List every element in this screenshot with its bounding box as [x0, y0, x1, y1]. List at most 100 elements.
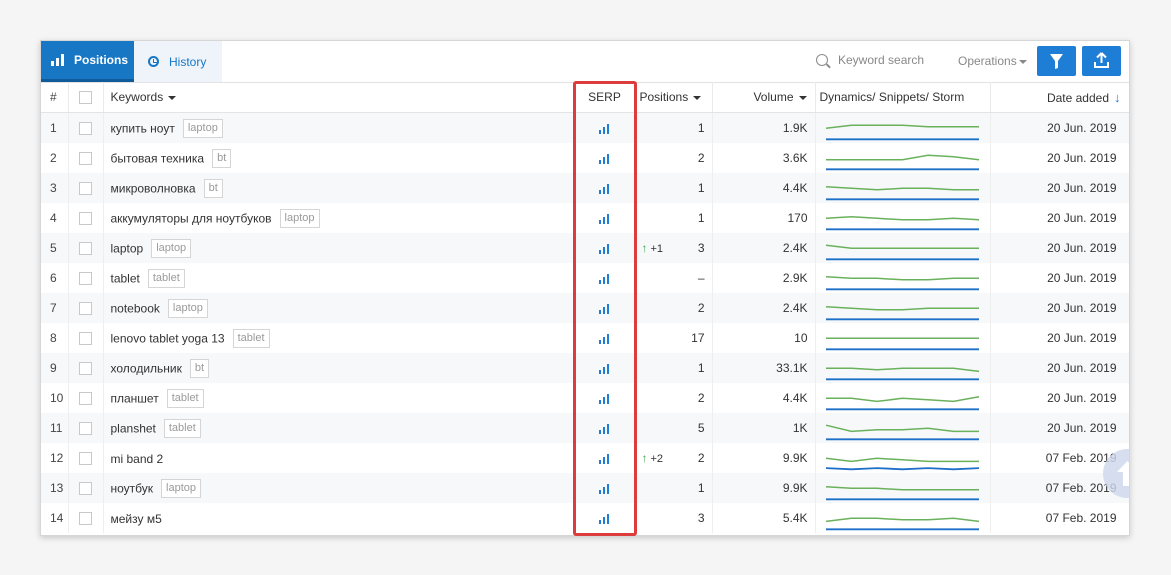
keyword-text[interactable]: lenovo tablet yoga 13 [111, 331, 225, 345]
dynamics-sparkline-cell[interactable] [815, 413, 991, 443]
keyword-text[interactable]: ноутбук [111, 481, 154, 495]
dynamics-sparkline-cell[interactable] [815, 473, 991, 503]
serp-chart-icon[interactable] [598, 153, 611, 164]
keyword-tag[interactable]: laptop [279, 208, 320, 228]
select-all-checkbox[interactable] [78, 91, 92, 105]
serp-chart-icon[interactable] [598, 183, 611, 194]
dynamics-sparkline-cell[interactable] [815, 353, 991, 383]
row-number: 7 [41, 293, 69, 323]
keyword-tag[interactable]: laptop [161, 478, 202, 498]
sparkline-chart [825, 485, 979, 501]
column-keywords[interactable]: Keywords [103, 82, 574, 113]
row-checkbox[interactable] [78, 512, 92, 526]
serp-cell [573, 112, 637, 143]
keyword-text[interactable]: микроволновка [111, 181, 196, 195]
scroll-to-top-button[interactable] [1103, 449, 1129, 498]
export-button[interactable] [1082, 46, 1121, 76]
row-number: 11 [41, 413, 69, 443]
keyword-text[interactable]: холодильник [111, 361, 182, 375]
keyword-text[interactable]: planshet [111, 421, 156, 435]
arrow-up-icon: ↑ [641, 241, 648, 255]
serp-chart-icon[interactable] [598, 303, 611, 314]
dynamics-sparkline-cell[interactable] [815, 173, 991, 203]
row-checkbox[interactable] [78, 332, 92, 346]
sparkline-chart [825, 185, 979, 201]
keyword-tag[interactable]: bt [189, 358, 210, 378]
serp-cell [573, 353, 637, 383]
dynamics-sparkline-cell[interactable] [815, 203, 991, 233]
dynamics-sparkline-cell[interactable] [815, 443, 991, 473]
keyword-text[interactable]: notebook [111, 301, 160, 315]
position-cell: 3 [636, 503, 713, 533]
serp-chart-icon[interactable] [598, 213, 611, 224]
keyword-tag[interactable]: tablet [147, 268, 185, 288]
operations-dropdown[interactable]: Operations [958, 54, 1027, 68]
row-checkbox[interactable] [78, 152, 92, 166]
dynamics-sparkline-cell[interactable] [815, 263, 991, 293]
keyword-text[interactable]: laptop [111, 241, 144, 255]
serp-chart-icon[interactable] [598, 123, 611, 134]
keyword-text[interactable]: купить ноут [111, 121, 175, 135]
row-checkbox[interactable] [78, 272, 92, 286]
dynamics-sparkline-cell[interactable] [815, 323, 991, 353]
serp-chart-icon[interactable] [598, 453, 611, 464]
tab-history[interactable]: History [134, 41, 222, 82]
serp-chart-icon[interactable] [598, 483, 611, 494]
row-checkbox[interactable] [78, 212, 92, 226]
filter-button[interactable] [1037, 46, 1076, 76]
keyword-text[interactable]: mi band 2 [111, 451, 164, 465]
row-checkbox[interactable] [78, 182, 92, 196]
row-checkbox[interactable] [78, 392, 92, 406]
dynamics-sparkline-cell[interactable] [815, 383, 991, 413]
serp-chart-icon[interactable] [598, 243, 611, 254]
tab-positions[interactable]: Positions [41, 41, 134, 82]
keyword-tag[interactable]: laptop [151, 238, 192, 258]
keyword-text[interactable]: tablet [111, 271, 140, 285]
column-positions[interactable]: Positions [636, 82, 713, 113]
keyword-text[interactable]: планшет [111, 391, 159, 405]
row-checkbox[interactable] [78, 482, 92, 496]
serp-chart-icon[interactable] [598, 333, 611, 344]
sparkline-green-series [825, 424, 979, 433]
serp-chart-icon[interactable] [598, 423, 611, 434]
position-value: 2 [697, 451, 705, 465]
column-volume[interactable]: Volume [712, 82, 816, 113]
keyword-tag[interactable]: tablet [166, 388, 204, 408]
serp-chart-icon[interactable] [598, 513, 611, 524]
row-select-cell [68, 413, 104, 443]
dynamics-sparkline-cell[interactable] [815, 143, 991, 173]
dynamics-sparkline-cell[interactable] [815, 293, 991, 323]
search-input[interactable] [838, 53, 958, 67]
position-cell: 1 [636, 353, 713, 383]
column-date-added[interactable]: Date added ↓ [990, 82, 1129, 113]
dynamics-sparkline-cell[interactable] [815, 112, 991, 143]
keyword-text[interactable]: бытовая техника [111, 151, 205, 165]
keyword-tag[interactable]: tablet [232, 328, 270, 348]
position-value: 2 [697, 391, 705, 405]
serp-chart-icon[interactable] [598, 363, 611, 374]
dynamics-sparkline-cell[interactable] [815, 503, 991, 533]
row-checkbox[interactable] [78, 422, 92, 436]
volume-cell: 4.4K [712, 173, 816, 203]
keyword-tag[interactable]: tablet [163, 418, 201, 438]
row-checkbox[interactable] [78, 362, 92, 376]
serp-chart-icon[interactable] [598, 273, 611, 284]
serp-chart-icon[interactable] [598, 393, 611, 404]
keyword-text[interactable]: мейзу м5 [111, 511, 162, 525]
keyword-text[interactable]: аккумуляторы для ноутбуков [111, 211, 272, 225]
row-checkbox[interactable] [78, 242, 92, 256]
row-checkbox[interactable] [78, 122, 92, 136]
row-select-cell [68, 353, 104, 383]
row-checkbox[interactable] [78, 452, 92, 466]
date-header-label: Date added [1046, 90, 1109, 105]
serp-cell [573, 173, 637, 203]
search-icon[interactable] [816, 54, 828, 66]
keyword-tag[interactable]: laptop [167, 298, 208, 318]
volume-cell: 2.4K [712, 293, 816, 323]
keyword-tag[interactable]: bt [203, 178, 223, 198]
keyword-tag[interactable]: laptop [182, 118, 223, 138]
dynamics-sparkline-cell[interactable] [815, 233, 991, 263]
row-checkbox[interactable] [78, 302, 92, 316]
keyword-tag[interactable]: bt [212, 148, 232, 168]
keyword-search [816, 53, 958, 67]
